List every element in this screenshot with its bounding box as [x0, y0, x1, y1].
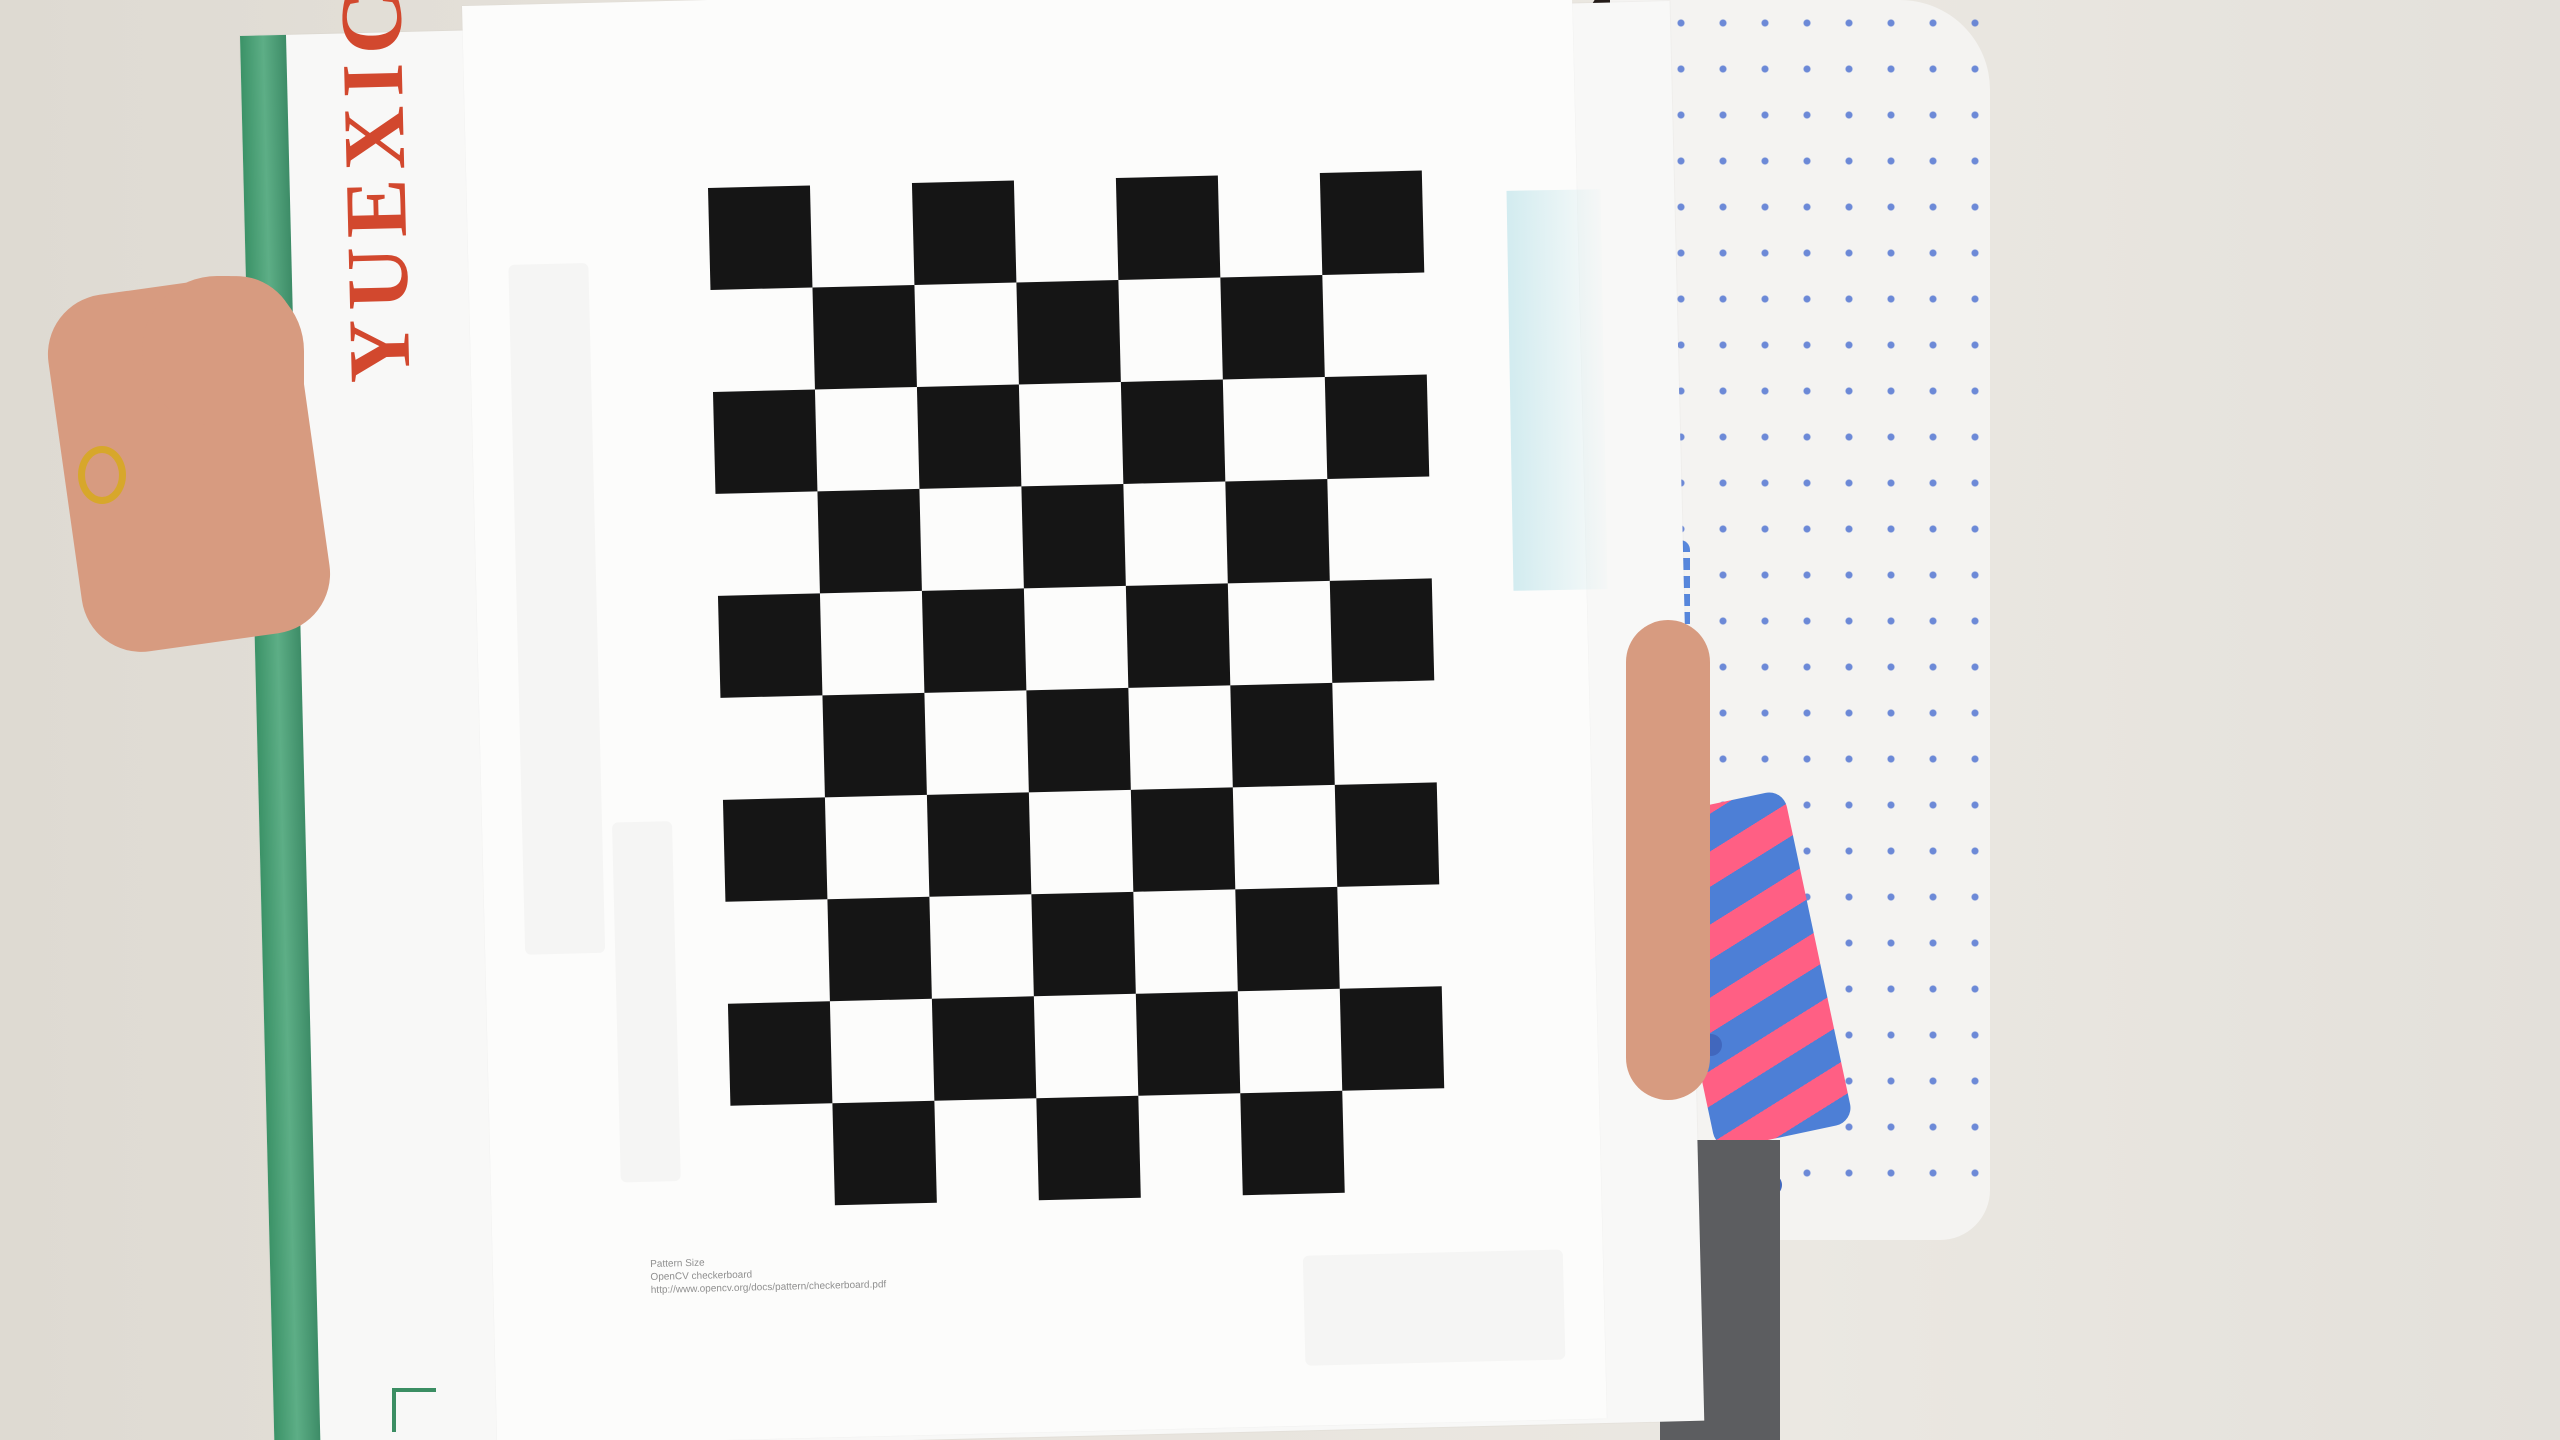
checkerboard-square — [921, 588, 1027, 693]
checkerboard-square — [1036, 1095, 1141, 1201]
checkerboard-square — [926, 792, 1032, 897]
checkerboard-square — [812, 284, 917, 390]
checkerboard-square — [708, 185, 813, 290]
photo-scene: YUEXICUILAN Pattern Size OpenCV checkerb… — [0, 0, 2560, 1440]
checkerboard-square — [1319, 170, 1425, 276]
checkerboard-square — [1240, 1090, 1345, 1196]
checkerboard-square — [1120, 379, 1226, 484]
thumb — [142, 276, 304, 426]
folder-brand-text: YUEXICUILAN — [314, 0, 430, 384]
checkerboard-square — [722, 797, 828, 902]
checkerboard-square — [1334, 782, 1440, 887]
checkerboard-square — [911, 180, 1017, 285]
faint-print-block — [1302, 1249, 1566, 1366]
right-thumb — [1626, 620, 1710, 1100]
checkerboard-square — [1230, 682, 1335, 788]
checkerboard-square — [1220, 275, 1325, 380]
checkerboard-square — [1016, 280, 1121, 385]
checkerboard-square — [712, 389, 818, 494]
checkerboard-square — [1225, 478, 1330, 584]
ring-icon — [78, 446, 126, 504]
faint-print-block — [611, 821, 681, 1183]
checkerboard-square — [727, 1001, 833, 1106]
checkerboard-square — [1235, 886, 1340, 992]
checkerboard-square — [1130, 787, 1236, 892]
checkerboard-square — [817, 488, 922, 594]
checkerboard-square — [1324, 374, 1430, 479]
checkerboard-square — [1031, 891, 1136, 997]
checkerboard-square — [1026, 687, 1131, 793]
checkerboard-square — [822, 692, 927, 798]
checkerboard-square — [832, 1100, 937, 1206]
checkerboard-square — [916, 384, 1022, 489]
checkerboard-square — [827, 896, 932, 1002]
folder-corner-mark — [392, 1388, 436, 1432]
checkerboard-square — [1329, 578, 1435, 683]
faint-print-block — [508, 262, 606, 955]
checkerboard-square — [1339, 986, 1445, 1091]
checkerboard-square — [1135, 991, 1241, 1096]
small-print: Pattern Size OpenCV checkerboard http://… — [650, 1251, 931, 1297]
checkerboard-square — [1115, 175, 1221, 281]
checkerboard-square — [931, 996, 1037, 1101]
checkerboard — [708, 170, 1447, 1208]
tape-strip — [1506, 189, 1608, 591]
checkerboard-square — [1021, 483, 1126, 589]
checkerboard-square — [717, 593, 823, 698]
checkerboard-square — [1125, 583, 1231, 688]
